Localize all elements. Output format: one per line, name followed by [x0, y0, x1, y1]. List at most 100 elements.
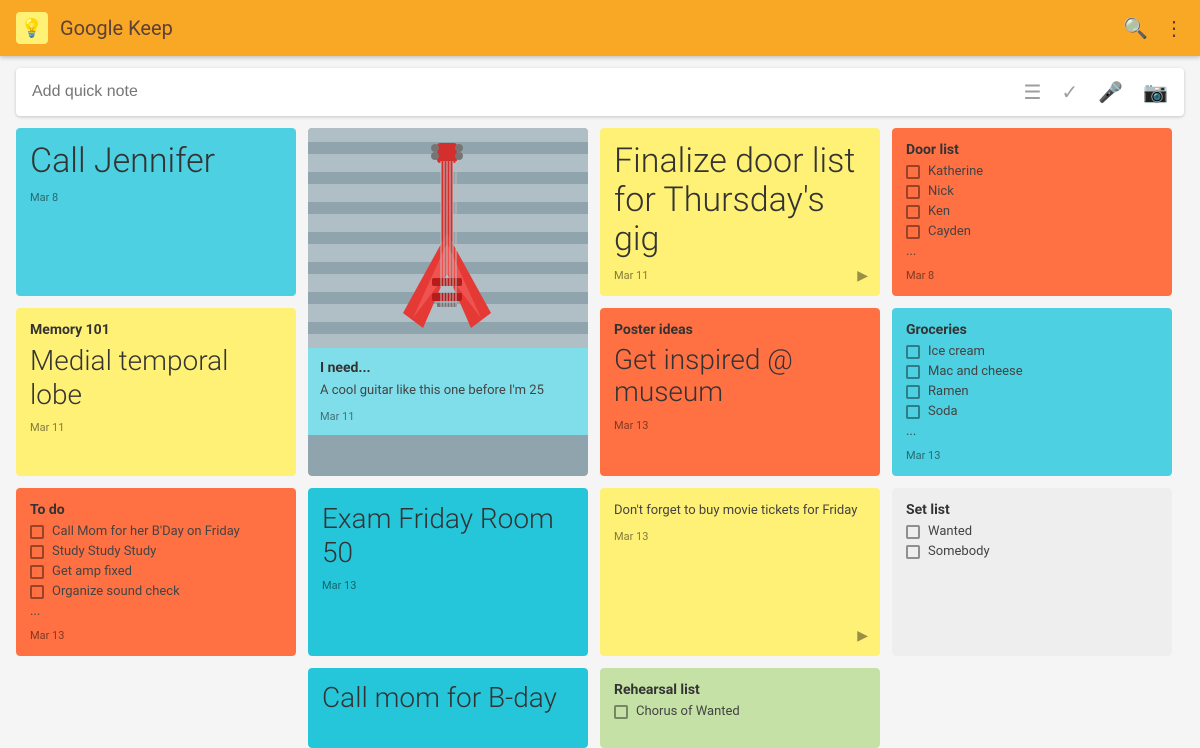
checklist-item: Ice cream: [906, 344, 1158, 359]
note-date: Mar 13: [906, 449, 1158, 462]
checklist-item: Somebody: [906, 544, 1158, 559]
checkbox[interactable]: [906, 185, 920, 199]
note-title: Rehearsal list: [614, 682, 866, 698]
item-text: Ramen: [928, 384, 969, 399]
checklist-item: Mac and cheese: [906, 364, 1158, 379]
checkbox[interactable]: [30, 525, 44, 539]
checkbox[interactable]: [906, 165, 920, 179]
checklist-item: ...: [906, 424, 1158, 439]
note-title: Poster ideas: [614, 322, 866, 338]
search-bar: ☰ ✓ 🎤 📷: [16, 68, 1184, 116]
checklist-item: Call Mom for her B'Day on Friday: [30, 524, 282, 539]
notes-grid: Call Jennifer Mar 8: [0, 128, 1200, 656]
item-text: ...: [30, 604, 40, 619]
checklist-item: Get amp fixed: [30, 564, 282, 579]
note-date: Mar 13: [614, 530, 866, 543]
checkbox[interactable]: [614, 705, 628, 719]
checkbox[interactable]: [30, 585, 44, 599]
note-movie-tickets[interactable]: Don't forget to buy movie tickets for Fr…: [600, 488, 880, 656]
app-logo: 💡: [16, 12, 48, 44]
header-actions: 🔍 ⋮: [1123, 16, 1184, 40]
play-icon[interactable]: ▶: [857, 628, 868, 644]
checkbox[interactable]: [906, 405, 920, 419]
note-finalize-door[interactable]: Finalize door list for Thursday's gig Ma…: [600, 128, 880, 296]
note-text: Call Jennifer: [30, 142, 282, 181]
list-icon[interactable]: ☰: [1023, 80, 1041, 104]
checkbox[interactable]: [906, 205, 920, 219]
note-body: A cool guitar like this one before I'm 2…: [320, 382, 576, 400]
note-action-icons: ☰ ✓ 🎤 📷: [1023, 80, 1168, 104]
note-rehearsal-list[interactable]: Rehearsal list Chorus of Wanted: [600, 668, 880, 748]
note-exam-friday[interactable]: Exam Friday Room 50 Mar 13: [308, 488, 588, 656]
more-options-icon[interactable]: ⋮: [1164, 16, 1184, 40]
checklist-item: Wanted: [906, 524, 1158, 539]
item-text: ...: [906, 424, 916, 439]
item-text: Ken: [928, 204, 950, 219]
note-date: Mar 13: [30, 629, 282, 642]
note-set-list[interactable]: Set list Wanted Somebody: [892, 488, 1172, 656]
note-memory-101[interactable]: Memory 101 Medial temporal lobe Mar 11: [16, 308, 296, 476]
checklist-item: Ramen: [906, 384, 1158, 399]
checkbox[interactable]: [30, 565, 44, 579]
checklist-item: Organize sound check: [30, 584, 282, 599]
play-icon[interactable]: ▶: [857, 268, 868, 284]
checklist-item: Chorus of Wanted: [614, 704, 866, 719]
note-door-list[interactable]: Door list Katherine Nick Ken Cayden ... …: [892, 128, 1172, 296]
note-text: Exam Friday Room 50: [322, 502, 574, 569]
checkbox[interactable]: [906, 385, 920, 399]
checkmark-icon[interactable]: ✓: [1061, 80, 1078, 104]
checkbox[interactable]: [906, 225, 920, 239]
note-title: Set list: [906, 502, 1158, 518]
search-input[interactable]: [32, 83, 1023, 101]
item-text: Study Study Study: [52, 544, 156, 559]
note-date: Mar 11: [320, 410, 576, 423]
checklist-item: Study Study Study: [30, 544, 282, 559]
checkbox[interactable]: [906, 365, 920, 379]
note-title: Memory 101: [30, 322, 282, 338]
checklist-item: Nick: [906, 184, 1158, 199]
item-text: Soda: [928, 404, 958, 419]
checklist-item: Cayden: [906, 224, 1158, 239]
checklist-item: Katherine: [906, 164, 1158, 179]
item-text: Chorus of Wanted: [636, 704, 740, 719]
note-body: Don't forget to buy movie tickets for Fr…: [614, 502, 866, 520]
note-date: Mar 8: [30, 191, 282, 204]
note-groceries[interactable]: Groceries Ice cream Mac and cheese Ramen…: [892, 308, 1172, 476]
search-icon[interactable]: 🔍: [1123, 16, 1148, 40]
note-date: Mar 8: [906, 269, 1158, 282]
item-text: Ice cream: [928, 344, 985, 359]
checkbox[interactable]: [30, 545, 44, 559]
item-text: Organize sound check: [52, 584, 180, 599]
note-title: Door list: [906, 142, 1158, 158]
note-subtitle: I need...: [320, 360, 576, 376]
note-call-mom[interactable]: Call mom for B-day: [308, 668, 588, 748]
app-header: 💡 Google Keep 🔍 ⋮: [0, 0, 1200, 56]
note-todo[interactable]: To do Call Mom for her B'Day on Friday S…: [16, 488, 296, 656]
checkbox[interactable]: [906, 525, 920, 539]
mic-icon[interactable]: 🎤: [1098, 80, 1123, 104]
app-title: Google Keep: [60, 16, 1123, 40]
item-text: Get amp fixed: [52, 564, 132, 579]
note-guitar[interactable]: I need... A cool guitar like this one be…: [308, 128, 588, 476]
note-poster-ideas[interactable]: Poster ideas Get inspired @ museum Mar 1…: [600, 308, 880, 476]
item-text: Mac and cheese: [928, 364, 1023, 379]
checklist-item: ...: [906, 244, 1158, 259]
note-title: Groceries: [906, 322, 1158, 338]
checklist-item: Soda: [906, 404, 1158, 419]
item-text: Wanted: [928, 524, 972, 539]
note-text: Call mom for B-day: [322, 682, 574, 714]
note-date: Mar 13: [614, 419, 866, 432]
item-text: Katherine: [928, 164, 983, 179]
note-date: Mar 11: [30, 421, 282, 434]
checkbox[interactable]: [906, 545, 920, 559]
camera-icon[interactable]: 📷: [1143, 80, 1168, 104]
note-date: Mar 13: [322, 579, 574, 592]
item-text: Somebody: [928, 544, 990, 559]
item-text: Call Mom for her B'Day on Friday: [52, 524, 240, 539]
logo-icon: 💡: [21, 18, 43, 39]
note-call-jennifer[interactable]: Call Jennifer Mar 8: [16, 128, 296, 296]
item-text: Nick: [928, 184, 954, 199]
item-text: Cayden: [928, 224, 971, 239]
checkbox[interactable]: [906, 345, 920, 359]
item-text: ...: [906, 244, 916, 259]
